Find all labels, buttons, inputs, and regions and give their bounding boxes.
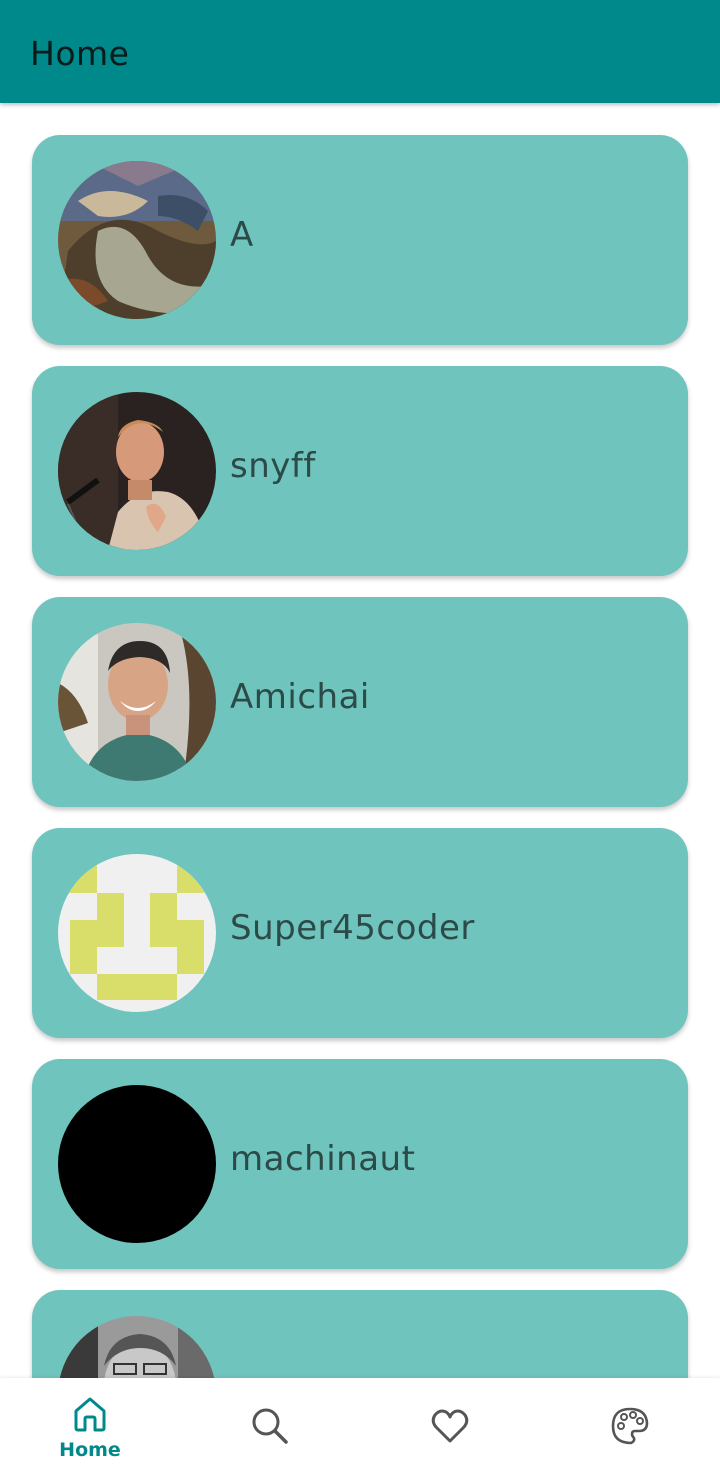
user-list[interactable]: A snyff Amichai Super45coder machinaut: [0, 103, 720, 1378]
username: A: [230, 215, 254, 255]
heart-icon: [431, 1409, 469, 1443]
username: Amichai: [230, 677, 370, 717]
username: Super45coder: [230, 908, 475, 948]
nav-favorites[interactable]: [360, 1378, 540, 1474]
avatar: [58, 623, 216, 781]
user-card[interactable]: Amichai: [32, 597, 688, 807]
palette-icon: [611, 1407, 649, 1445]
user-card[interactable]: snyff: [32, 366, 688, 576]
nav-home[interactable]: Home: [0, 1378, 180, 1474]
user-card[interactable]: [32, 1290, 688, 1378]
user-card[interactable]: machinaut: [32, 1059, 688, 1269]
avatar: [58, 392, 216, 550]
avatar: [58, 854, 216, 1012]
user-card[interactable]: A: [32, 135, 688, 345]
avatar: [58, 1085, 216, 1243]
nav-home-label: Home: [59, 1439, 121, 1461]
search-icon: [252, 1408, 288, 1444]
nav-search[interactable]: [180, 1378, 360, 1474]
avatar: [58, 1316, 216, 1378]
bottom-navigation: Home: [0, 1378, 720, 1474]
page-title: Home: [30, 34, 130, 73]
nav-theme[interactable]: [540, 1378, 720, 1474]
avatar: [58, 161, 216, 319]
home-icon: [74, 1397, 106, 1432]
app-bar: Home: [0, 0, 720, 103]
username: machinaut: [230, 1139, 416, 1179]
username: snyff: [230, 446, 316, 486]
user-card[interactable]: Super45coder: [32, 828, 688, 1038]
